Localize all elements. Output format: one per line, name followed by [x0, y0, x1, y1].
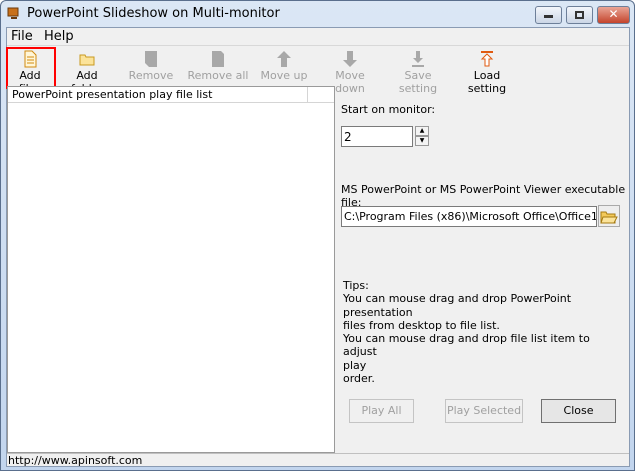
- monitor-input[interactable]: 2: [341, 126, 413, 147]
- move-down-button[interactable]: Move down: [319, 48, 381, 95]
- status-url[interactable]: http://www.apinsoft.com: [8, 454, 142, 467]
- column-header-file[interactable]: PowerPoint presentation play file list: [12, 88, 212, 101]
- tips-text: Tips: You can mouse drag and drop PowerP…: [343, 279, 623, 385]
- close-icon: ✕: [608, 7, 619, 21]
- tips-line: You can mouse drag and drop file list it…: [343, 332, 590, 359]
- monitor-label: Start on monitor:: [341, 103, 436, 116]
- app-window: PowerPoint Slideshow on Multi-monitor ✕ …: [0, 0, 635, 471]
- browse-button[interactable]: [598, 205, 620, 227]
- tips-line: play: [343, 358, 367, 372]
- close-button[interactable]: Close: [541, 399, 616, 423]
- arrow-down-icon: [343, 51, 357, 67]
- folder-icon: [79, 54, 95, 66]
- window-title: PowerPoint Slideshow on Multi-monitor: [27, 6, 280, 21]
- remove-button[interactable]: Remove: [127, 48, 175, 86]
- move-up-button[interactable]: Move up: [259, 48, 309, 86]
- client-area: File Help Add files Add folder Remove Re…: [6, 27, 630, 467]
- load-icon: [480, 51, 494, 67]
- file-list-header: PowerPoint presentation play file list: [8, 87, 334, 103]
- save-icon: [412, 51, 424, 67]
- open-folder-icon: [600, 211, 618, 224]
- tips-title: Tips:: [343, 279, 369, 292]
- play-all-button[interactable]: Play All: [349, 399, 414, 423]
- remove-all-button[interactable]: Remove all: [187, 48, 249, 86]
- tips-line: files from desktop to file list.: [343, 318, 500, 332]
- menu-bar: File Help: [7, 28, 629, 46]
- maximize-button[interactable]: [566, 6, 593, 24]
- status-bar: http://www.apinsoft.com: [7, 453, 629, 468]
- file-list[interactable]: PowerPoint presentation play file list: [7, 86, 335, 453]
- menu-help[interactable]: Help: [44, 29, 74, 44]
- menu-file[interactable]: File: [11, 29, 33, 44]
- minimize-button[interactable]: [535, 6, 562, 24]
- close-window-button[interactable]: ✕: [597, 6, 630, 24]
- app-icon: [7, 7, 19, 19]
- tips-line: You can mouse drag and drop PowerPoint p…: [343, 292, 572, 319]
- executable-path-input[interactable]: C:\Program Files (x86)\Microsoft Office\…: [341, 206, 597, 227]
- arrow-up-icon: [277, 51, 291, 67]
- spin-down-button[interactable]: ▼: [415, 136, 429, 146]
- play-selected-button[interactable]: Play Selected: [445, 399, 523, 423]
- save-setting-button[interactable]: Save setting: [385, 48, 451, 95]
- remove-icon: [145, 51, 157, 67]
- spin-up-button[interactable]: ▲: [415, 126, 429, 136]
- add-folder-button[interactable]: Add folder: [59, 48, 115, 95]
- load-setting-button[interactable]: Load setting: [455, 48, 519, 95]
- column-divider[interactable]: [307, 87, 308, 103]
- remove-all-icon: [212, 51, 224, 67]
- tips-line: order.: [343, 372, 375, 386]
- highlight-box: [6, 47, 56, 89]
